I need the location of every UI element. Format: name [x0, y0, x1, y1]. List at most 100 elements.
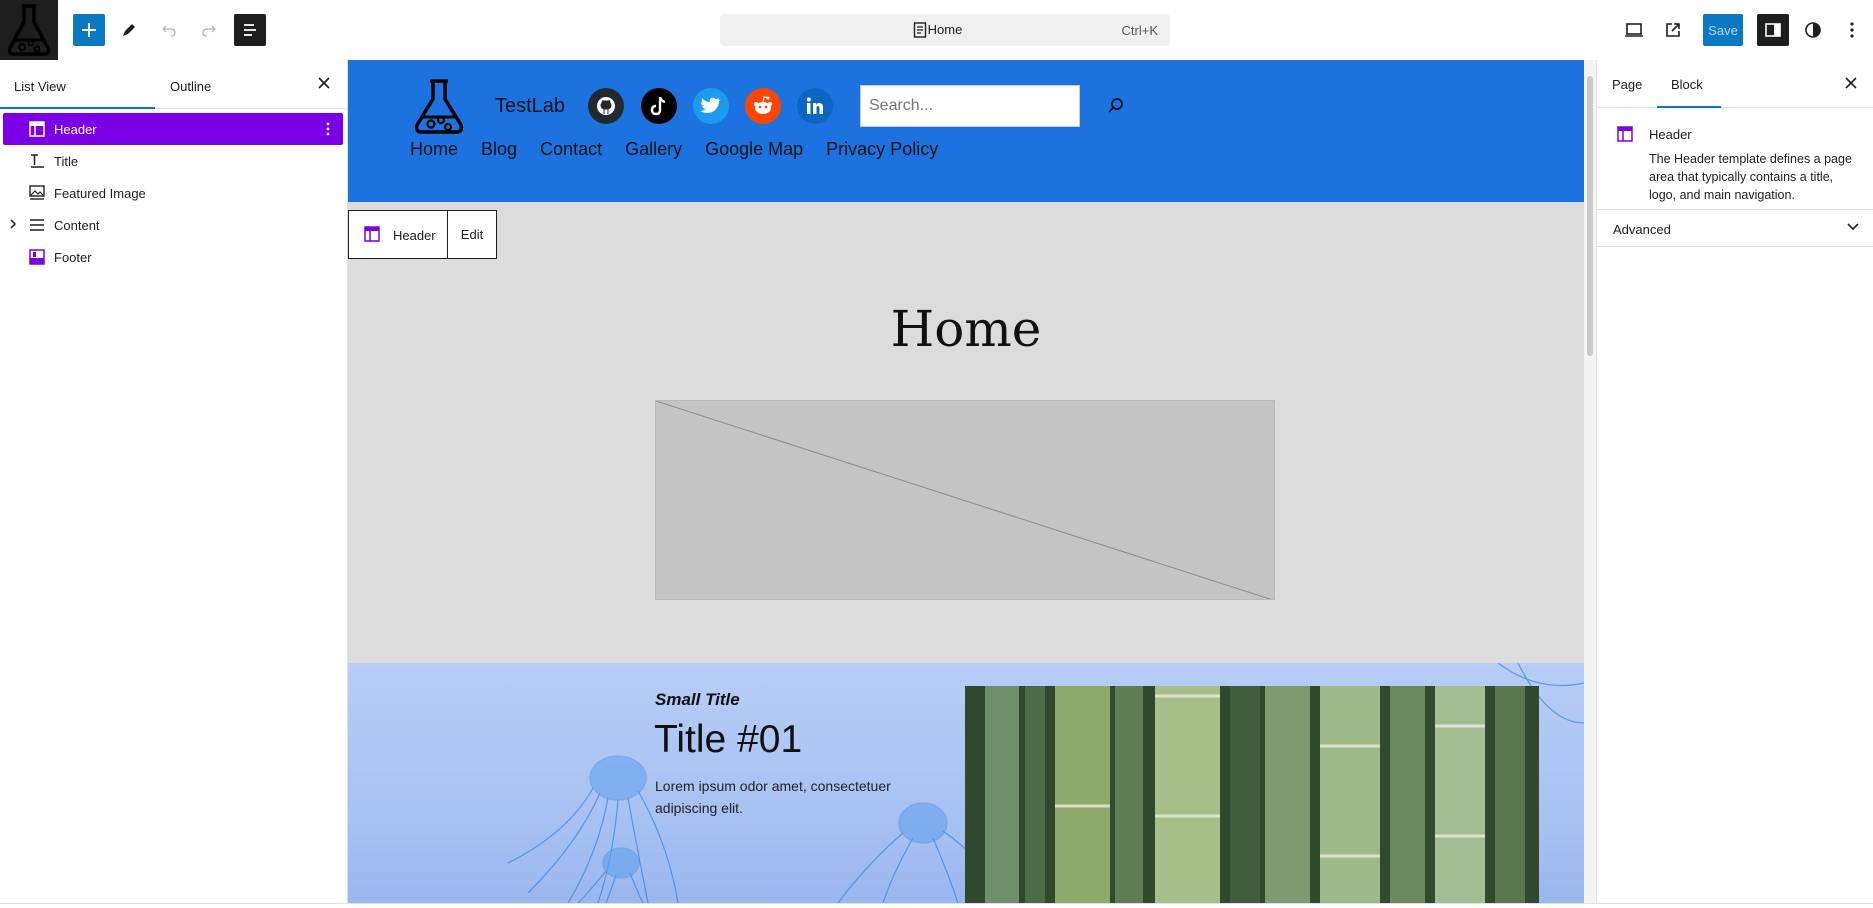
settings-sidebar: Page Block Header The Header template de…: [1596, 60, 1873, 903]
page-title[interactable]: Home: [348, 300, 1584, 358]
block-card: Header The Header template defines a pag…: [1597, 108, 1873, 210]
more-vertical-icon[interactable]: [325, 121, 331, 137]
bamboo-picture: [965, 686, 1539, 903]
template-part-icon: [1617, 126, 1633, 142]
nav-item-home[interactable]: Home: [410, 139, 458, 160]
twitter-icon: [700, 97, 721, 113]
styles-button[interactable]: [1797, 14, 1829, 46]
plus-icon: [82, 23, 96, 37]
cover-paragraph[interactable]: Lorem ipsum odor amet, consectetuer adip…: [655, 775, 895, 819]
github-link[interactable]: [588, 88, 624, 124]
view-site-button[interactable]: [1657, 14, 1689, 46]
document-title: Home: [927, 22, 963, 37]
content-icon: [30, 219, 44, 231]
tab-outline[interactable]: Outline: [155, 60, 315, 109]
document-bar[interactable]: Home Ctrl+K: [720, 14, 1170, 46]
laptop-icon: [1625, 23, 1643, 37]
list-view-tabs: List View Outline: [0, 60, 347, 109]
featured-image-placeholder[interactable]: [655, 400, 1275, 600]
search-input[interactable]: [861, 86, 1079, 126]
editor-top-bar: Home Ctrl+K Save: [0, 0, 1873, 60]
list-view-icon: [244, 24, 256, 36]
canvas-scrollbar[interactable]: [1584, 60, 1596, 903]
footer-icon: [29, 249, 45, 265]
block-toolbar: Header Edit: [348, 210, 497, 259]
list-item-label: Content: [54, 218, 100, 233]
settings-button[interactable]: [1757, 14, 1789, 46]
list-item-label: Footer: [54, 250, 92, 265]
site-header-block[interactable]: TestLab Home Blog Contact Gallery Google…: [348, 60, 1584, 202]
editor-canvas[interactable]: TestLab Home Blog Contact Gallery Google…: [348, 60, 1584, 903]
site-navigation: Home Blog Contact Gallery Google Map Pri…: [410, 139, 961, 160]
view-device-button[interactable]: [1618, 14, 1650, 46]
cover-title[interactable]: Title #01: [654, 718, 802, 762]
bamboo-image[interactable]: [965, 686, 1539, 903]
options-button[interactable]: [1836, 14, 1868, 46]
tools-button[interactable]: [113, 14, 145, 46]
list-item-footer[interactable]: Footer: [0, 241, 347, 273]
close-icon[interactable]: [1845, 77, 1857, 89]
flask-logo-icon[interactable]: [411, 77, 467, 135]
search-field-wrapper: [860, 85, 1080, 127]
tab-block[interactable]: Block: [1657, 60, 1721, 108]
edit-template-part-button[interactable]: Edit: [448, 211, 496, 258]
add-block-button[interactable]: [73, 14, 105, 46]
reddit-link[interactable]: [745, 88, 781, 124]
command-shortcut: Ctrl+K: [1121, 23, 1158, 38]
sidebar-icon: [1765, 23, 1781, 37]
site-icon-button[interactable]: [0, 0, 58, 60]
search-icon[interactable]: [1107, 97, 1125, 115]
block-card-title: Header: [1649, 127, 1692, 142]
linkedin-icon: [806, 97, 823, 114]
save-button[interactable]: Save: [1703, 14, 1743, 46]
cover-small-title[interactable]: Small Title: [655, 690, 740, 710]
list-item-header[interactable]: Header: [3, 113, 343, 145]
nav-item-google-map[interactable]: Google Map: [705, 139, 803, 160]
list-item-label: Title: [54, 154, 79, 169]
reddit-icon: [754, 96, 772, 114]
tab-list-view[interactable]: List View: [0, 60, 155, 109]
undo-icon: [161, 25, 176, 37]
settings-tabs: Page Block: [1597, 60, 1873, 108]
tiktok-icon: [650, 96, 666, 116]
tiktok-link[interactable]: [641, 88, 677, 124]
more-vertical-icon: [1850, 22, 1854, 38]
chevron-right-icon[interactable]: [9, 218, 17, 230]
template-part-icon: [364, 226, 380, 242]
list-item-content[interactable]: Content: [0, 209, 347, 241]
flask-logo-icon: [7, 4, 51, 56]
placeholder-diagonal: [656, 401, 1272, 599]
undo-button[interactable]: [153, 14, 185, 46]
scroll-thumb[interactable]: [1587, 76, 1593, 356]
document-overview-button[interactable]: [234, 14, 266, 46]
contrast-icon: [1805, 22, 1821, 38]
list-item-label: Featured Image: [54, 186, 146, 201]
twitter-link[interactable]: [693, 88, 729, 124]
linkedin-link[interactable]: [797, 88, 833, 124]
github-icon: [597, 97, 615, 115]
redo-button[interactable]: [193, 14, 225, 46]
redo-icon: [202, 25, 217, 37]
list-item-label: Header: [54, 122, 97, 137]
nav-item-privacy-policy[interactable]: Privacy Policy: [826, 139, 938, 160]
nav-item-contact[interactable]: Contact: [540, 139, 602, 160]
pen-icon: [123, 24, 135, 36]
cover-block[interactable]: Small Title Title #01 Lorem ipsum odor a…: [348, 663, 1584, 903]
advanced-panel-toggle[interactable]: Advanced: [1597, 210, 1873, 247]
advanced-label: Advanced: [1613, 222, 1671, 237]
nav-item-blog[interactable]: Blog: [481, 139, 517, 160]
list-item-featured-image[interactable]: Featured Image: [0, 177, 347, 209]
tab-page[interactable]: Page: [1612, 60, 1642, 108]
block-switcher-button[interactable]: Header: [349, 211, 448, 258]
close-icon[interactable]: [318, 77, 330, 89]
bottom-edge: [0, 903, 1873, 908]
list-view-panel: List View Outline Header Title Featured …: [0, 60, 348, 903]
nav-item-gallery[interactable]: Gallery: [625, 139, 682, 160]
featured-image-icon: [29, 185, 45, 200]
block-name: Header: [393, 228, 436, 243]
title-icon: [31, 154, 44, 168]
block-list: Header Title Featured Image Content Foot…: [0, 109, 347, 273]
list-item-title[interactable]: Title: [0, 145, 347, 177]
site-title[interactable]: TestLab: [495, 95, 565, 118]
chevron-down-icon: [1847, 223, 1859, 231]
